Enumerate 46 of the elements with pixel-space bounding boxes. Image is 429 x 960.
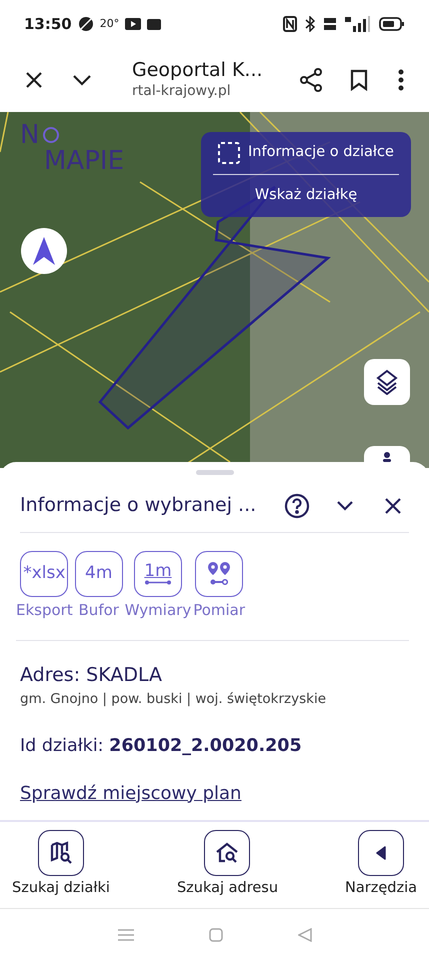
more-icon [398,69,404,91]
menu-item[interactable]: Informacje o działce [213,132,399,174]
close-icon [25,71,43,89]
parcel-id: Id działki: 260102_2.0020.205 [20,735,303,758]
temperature: 20° [100,16,120,32]
person-button[interactable] [364,446,410,462]
help-icon [284,492,310,518]
chevron-down-icon [336,500,354,512]
north-arrow-icon [33,237,55,265]
page-title: Geoportal K... [132,59,264,84]
tool-button[interactable]: 1m Wymiary [124,551,192,622]
weather-icon [78,16,94,32]
drag-handle[interactable] [196,470,234,475]
close-icon [384,496,402,514]
bookmark-icon [350,69,368,91]
clock: 13:50 [24,14,72,35]
bottom-nav-button[interactable]: Narzędzia [345,830,417,900]
dashed-square-pin-icon [218,142,240,164]
site-logo: N MAPIE [20,122,124,174]
page-url: rtal-krajowy.pl [132,83,232,101]
nfc-icon [283,16,297,32]
bottom-nav-button[interactable]: Szukaj adresu [176,830,278,900]
layers-icon [375,369,399,395]
bottom-nav-button[interactable]: Szukaj działki [12,830,110,900]
house-search-icon [215,841,240,865]
map-search-icon [48,841,73,865]
signal-icon [345,16,371,32]
share-icon [300,68,322,92]
person-icon [381,452,393,462]
tool-badge-text: *xlsx [23,562,66,586]
chevron-down-icon [72,74,92,86]
route-pins-icon [206,561,232,587]
tool-badge-text: 4m [85,562,112,586]
menu-item[interactable]: Wskaż działkę [213,175,399,217]
ruler-icon [144,580,171,585]
address-title: Adres: SKADLA [20,662,163,688]
share-button[interactable] [297,66,325,94]
triangle-left-icon [375,846,388,860]
layers-button[interactable] [364,359,410,405]
video-icon [125,18,142,30]
tool-badge-text: 1m [144,563,172,580]
address-region: gm. Gnojno | pow. buski | woj. świętokrzyskie [20,690,328,709]
battery-icon [379,17,405,31]
sheet-title: Informacje o wybranej ... [20,493,258,518]
bluetooth-icon [305,16,315,32]
local-plan-link[interactable]: Sprawdź miejscowy plan [20,780,409,806]
